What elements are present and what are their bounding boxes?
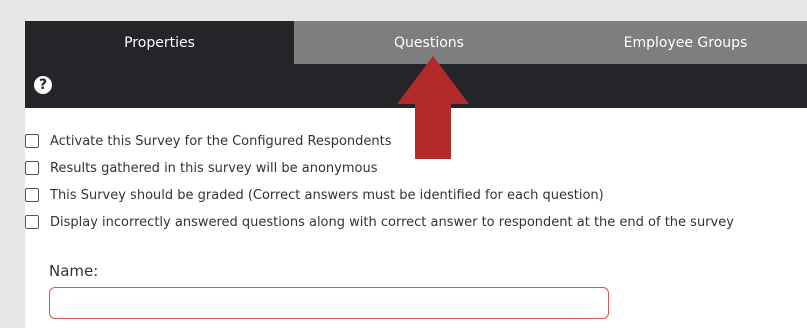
option-graded: This Survey should be graded (Correct an… <box>0 186 604 204</box>
option-activate: Activate this Survey for the Configured … <box>0 132 392 150</box>
up-arrow-icon <box>397 56 469 159</box>
option-display-incorrect: Display incorrectly answered questions a… <box>0 213 734 231</box>
activate-checkbox[interactable] <box>25 134 39 148</box>
anonymous-checkbox[interactable] <box>25 161 39 175</box>
graded-checkbox[interactable] <box>25 188 39 202</box>
activate-label: Activate this Survey for the Configured … <box>50 133 392 149</box>
display-incorrect-label: Display incorrectly answered questions a… <box>50 214 734 230</box>
tab-properties[interactable]: Properties <box>25 21 294 64</box>
anonymous-label: Results gathered in this survey will be … <box>50 160 378 176</box>
option-anonymous: Results gathered in this survey will be … <box>0 159 377 177</box>
name-field[interactable] <box>49 287 609 319</box>
help-icon[interactable]: ? <box>34 76 52 94</box>
graded-label: This Survey should be graded (Correct an… <box>50 187 604 203</box>
name-label: Name: <box>49 262 99 280</box>
tab-employee-groups[interactable]: Employee Groups <box>564 21 807 64</box>
display-incorrect-checkbox[interactable] <box>25 215 39 229</box>
